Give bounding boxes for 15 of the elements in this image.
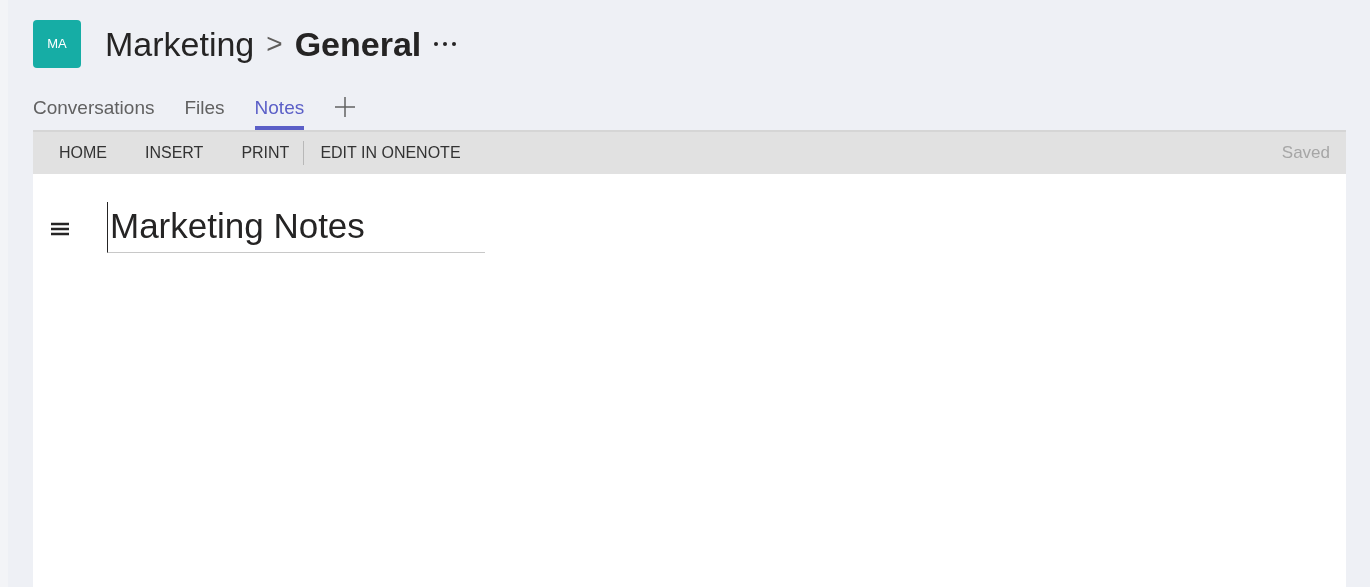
channel-tab[interactable]: Files — [184, 93, 225, 130]
toolbar-menu-item[interactable]: HOME — [59, 141, 107, 165]
toolbar-menu-item[interactable]: INSERT — [145, 141, 204, 165]
team-avatar: MA — [33, 20, 81, 68]
team-name: Marketing — [105, 23, 255, 65]
breadcrumb-separator: > — [266, 27, 283, 61]
menu-icon[interactable] — [51, 222, 69, 236]
page-title-field[interactable]: Marketing Notes — [107, 202, 485, 253]
save-status: Saved — [1281, 142, 1330, 165]
channel-tab[interactable]: Conversations — [33, 93, 155, 130]
add-tab-icon[interactable] — [334, 96, 357, 118]
toolbar-menu-item[interactable]: PRINT — [241, 141, 290, 165]
toolbar-menu-item[interactable]: EDIT IN ONENOTE — [320, 141, 461, 165]
channel-name: General — [294, 23, 422, 65]
more-options-icon[interactable] — [433, 41, 458, 47]
